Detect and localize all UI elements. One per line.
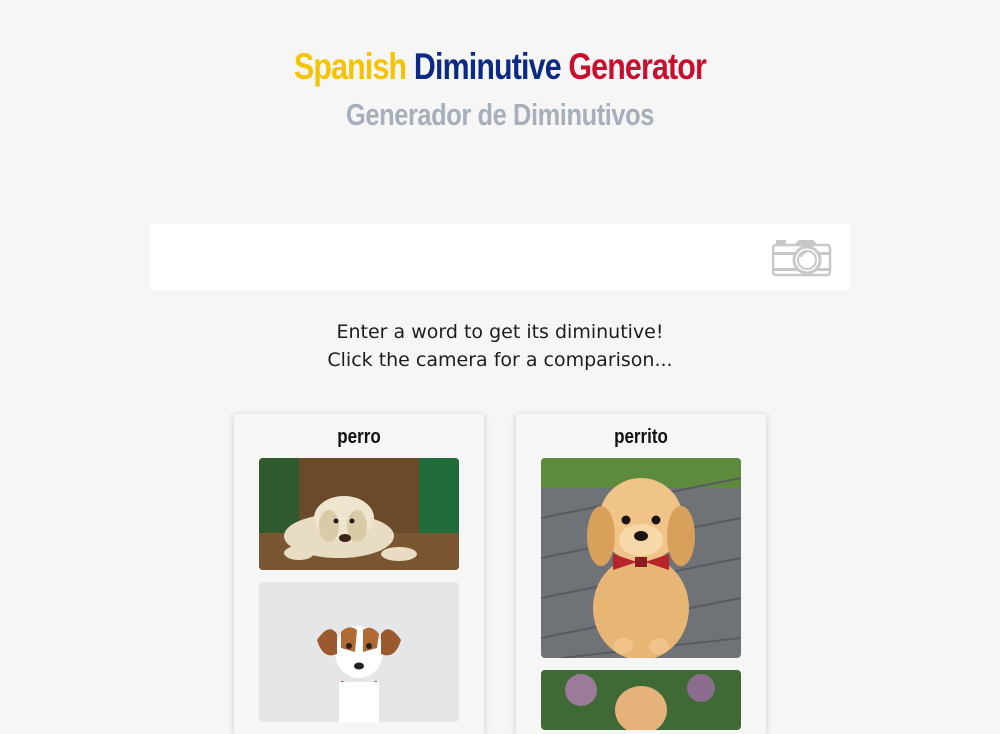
instructions-line-1: Enter a word to get its diminutive! [336,321,664,343]
word-input[interactable] [150,224,750,290]
title-word-spanish: Spanish [293,46,407,87]
camera-button[interactable] [771,239,832,277]
page-subtitle: Generador de Diminutivos [346,97,654,132]
puppy-photo [541,670,741,730]
instructions: Enter a word to get its diminutive! Clic… [0,318,1000,374]
page-title: Spanish Diminutive Generator [90,44,910,90]
card-original-word: perro [234,414,484,734]
puppy-photo [541,458,741,658]
search-box [150,224,850,290]
card-diminutive-word: perrito [516,414,766,734]
card-word: perro [337,426,381,448]
dog-photo [259,458,459,570]
card-word: perrito [614,426,668,448]
title-word-diminutive: Diminutive [413,46,562,87]
title-word-generator: Generator [568,46,707,87]
dog-photo [259,582,459,722]
camera-icon [771,240,832,277]
instructions-line-2: Click the camera for a comparison... [327,349,673,371]
